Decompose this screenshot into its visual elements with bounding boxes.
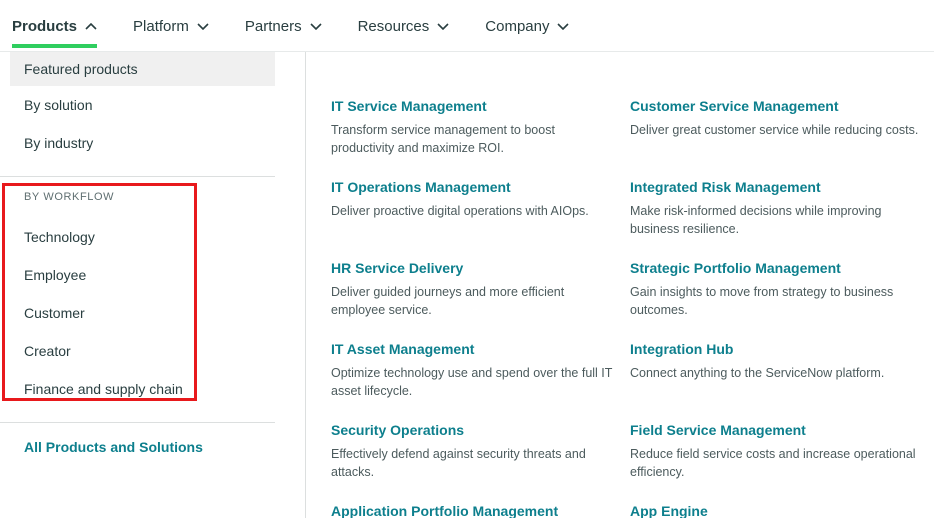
- product-description: Make risk-informed decisions while impro…: [630, 204, 882, 236]
- sidebar-item-creator[interactable]: Creator: [0, 332, 305, 370]
- sidebar-divider: [0, 176, 275, 177]
- main-navigation: Products Platform Partners Resources Com…: [0, 0, 934, 52]
- product-description: Effectively defend against security thre…: [331, 447, 586, 479]
- sidebar: Featured products By solution By industr…: [0, 52, 305, 518]
- nav-item-resources[interactable]: Resources: [358, 0, 450, 52]
- product-link-field-service-management[interactable]: Field Service Management: [630, 421, 806, 439]
- sidebar-item-technology[interactable]: Technology: [0, 218, 305, 256]
- product-entry: IT Asset Management Optimize technology …: [331, 340, 621, 421]
- nav-item-label: Platform: [133, 17, 189, 35]
- nav-item-platform[interactable]: Platform: [133, 0, 209, 52]
- product-description: Optimize technology use and spend over t…: [331, 366, 613, 398]
- product-link-integrated-risk-management[interactable]: Integrated Risk Management: [630, 178, 821, 196]
- products-column-1: IT Service Management Transform service …: [331, 97, 621, 518]
- product-entry: IT Operations Management Deliver proacti…: [331, 178, 621, 259]
- product-description: Transform service management to boost pr…: [331, 123, 555, 155]
- products-column-2: Customer Service Management Deliver grea…: [630, 97, 920, 518]
- chevron-down-icon: [437, 22, 449, 30]
- top-nav: Products Platform Partners Resources Com…: [0, 0, 934, 52]
- product-entry: Field Service Management Reduce field se…: [630, 421, 920, 502]
- chevron-up-icon: [85, 22, 97, 30]
- product-entry: IT Service Management Transform service …: [331, 97, 621, 178]
- product-entry: App Engine: [630, 502, 920, 518]
- product-description: Gain insights to move from strategy to b…: [630, 285, 894, 317]
- product-entry: Security Operations Effectively defend a…: [331, 421, 621, 502]
- product-entry: Application Portfolio Management: [331, 502, 621, 518]
- product-description: Connect anything to the ServiceNow platf…: [630, 366, 885, 380]
- product-description: Deliver guided journeys and more efficie…: [331, 285, 565, 317]
- product-link-it-service-management[interactable]: IT Service Management: [331, 97, 487, 115]
- products-panel: IT Service Management Transform service …: [305, 52, 934, 518]
- product-description: Reduce field service costs and increase …: [630, 447, 916, 479]
- nav-item-products[interactable]: Products: [12, 0, 98, 52]
- chevron-down-icon: [310, 22, 322, 30]
- product-link-strategic-portfolio-management[interactable]: Strategic Portfolio Management: [630, 259, 841, 277]
- product-link-it-operations-management[interactable]: IT Operations Management: [331, 178, 511, 196]
- product-entry: Customer Service Management Deliver grea…: [630, 97, 920, 178]
- product-entry: Strategic Portfolio Management Gain insi…: [630, 259, 920, 340]
- product-description: Deliver proactive digital operations wit…: [331, 204, 589, 218]
- product-entry: Integrated Risk Management Make risk-inf…: [630, 178, 920, 259]
- nav-item-partners[interactable]: Partners: [245, 0, 322, 52]
- product-link-hr-service-delivery[interactable]: HR Service Delivery: [331, 259, 463, 277]
- product-link-security-operations[interactable]: Security Operations: [331, 421, 464, 439]
- all-products-link[interactable]: All Products and Solutions: [0, 439, 305, 455]
- nav-item-label: Products: [12, 17, 78, 35]
- product-link-integration-hub[interactable]: Integration Hub: [630, 340, 733, 358]
- sidebar-item-employee[interactable]: Employee: [0, 256, 305, 294]
- nav-item-company[interactable]: Company: [485, 0, 570, 52]
- product-link-customer-service-management[interactable]: Customer Service Management: [630, 97, 839, 115]
- sidebar-item-customer[interactable]: Customer: [0, 294, 305, 332]
- product-link-application-portfolio-management[interactable]: Application Portfolio Management: [331, 502, 558, 518]
- chevron-down-icon: [197, 22, 209, 30]
- product-description: Deliver great customer service while red…: [630, 123, 919, 137]
- sidebar-item-by-industry[interactable]: By industry: [0, 124, 305, 162]
- product-link-it-asset-management[interactable]: IT Asset Management: [331, 340, 474, 358]
- product-entry: HR Service Delivery Deliver guided journ…: [331, 259, 621, 340]
- product-entry: Integration Hub Connect anything to the …: [630, 340, 920, 421]
- sidebar-item-featured-products[interactable]: Featured products: [10, 52, 275, 86]
- sidebar-divider: [0, 422, 275, 423]
- sidebar-item-finance-supply-chain[interactable]: Finance and supply chain: [0, 370, 305, 408]
- product-link-app-engine[interactable]: App Engine: [630, 502, 708, 518]
- chevron-down-icon: [557, 22, 570, 30]
- nav-item-label: Company: [485, 17, 550, 35]
- nav-item-label: Resources: [357, 17, 430, 35]
- sidebar-section-label: BY WORKFLOW: [24, 191, 115, 203]
- sidebar-item-by-solution[interactable]: By solution: [0, 86, 305, 124]
- active-nav-underline: [12, 44, 98, 48]
- nav-item-label: Partners: [244, 17, 302, 35]
- mega-menu-panel: Featured products By solution By industr…: [0, 52, 934, 518]
